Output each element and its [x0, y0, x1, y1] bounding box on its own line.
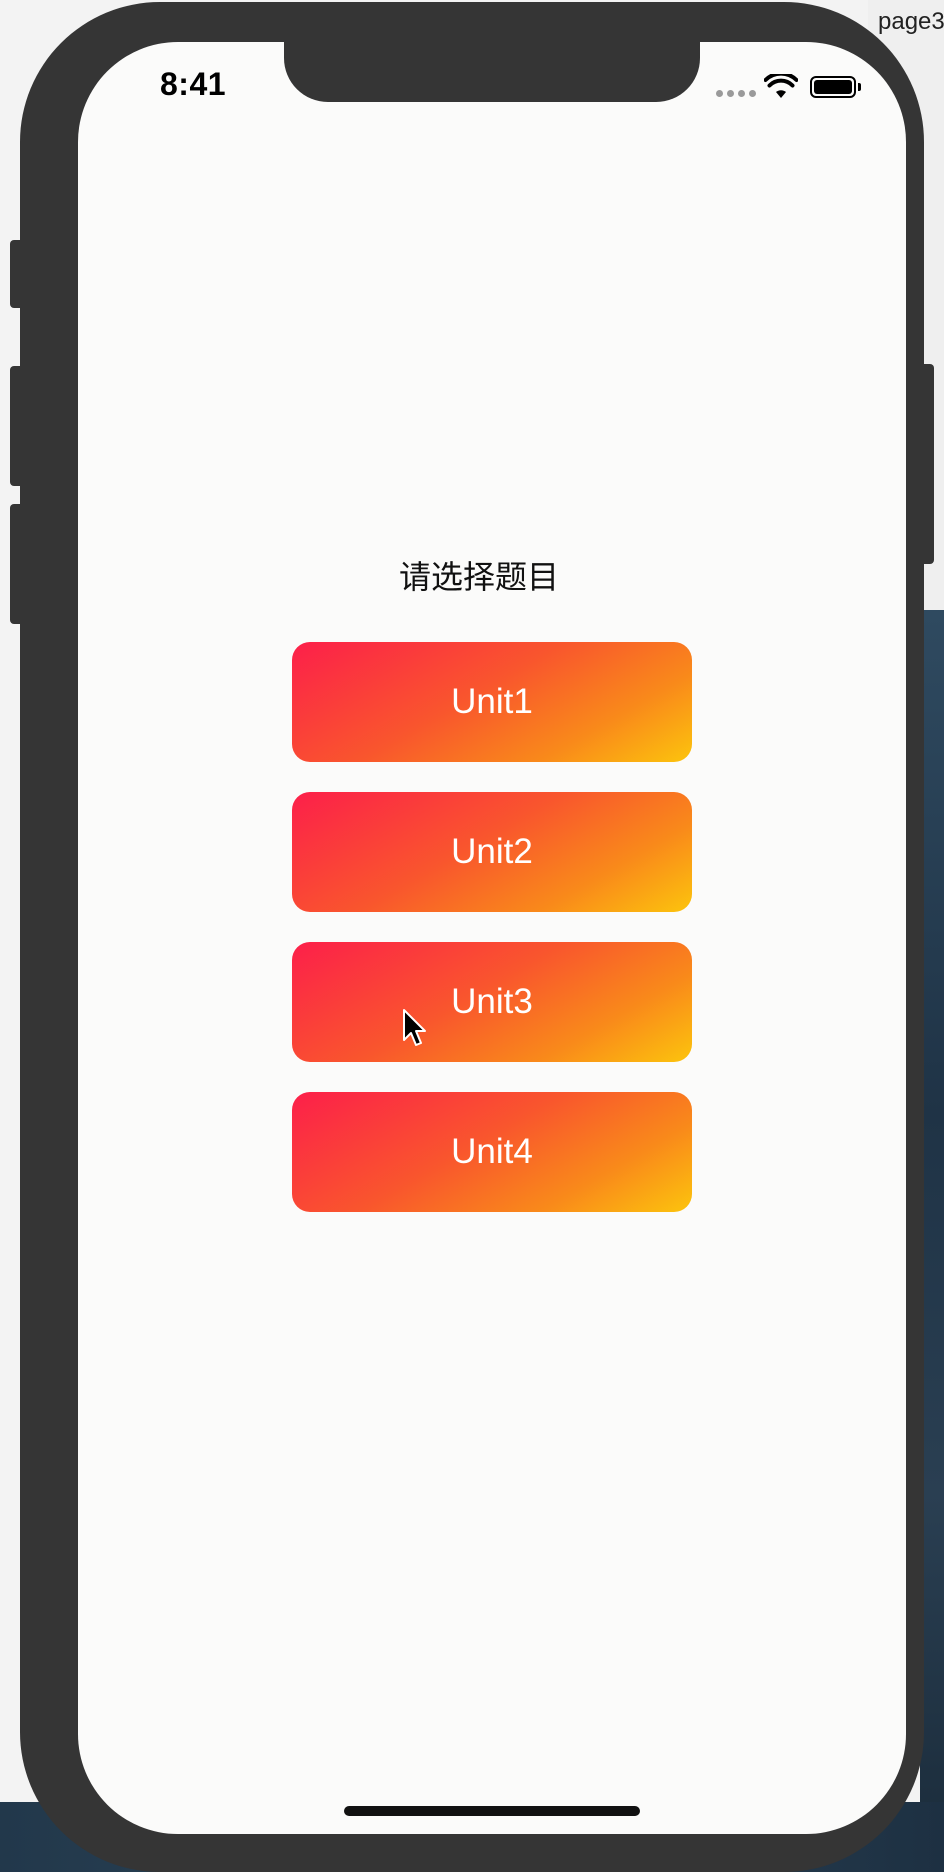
notch	[284, 42, 700, 102]
phone-frame: 8:41 请选择题目 Unit1 Unit2 Unit3 Unit4	[20, 2, 924, 1872]
unit2-button[interactable]: Unit2	[292, 792, 692, 912]
phone-screen: 8:41 请选择题目 Unit1 Unit2 Unit3 Unit4	[78, 42, 906, 1834]
unit3-button[interactable]: Unit3	[292, 942, 692, 1062]
battery-cap	[858, 83, 861, 91]
battery-icon	[810, 76, 856, 98]
unit-list: Unit1 Unit2 Unit3 Unit4	[292, 642, 692, 1242]
unit4-button[interactable]: Unit4	[292, 1092, 692, 1212]
cellular-signal-icon	[716, 90, 756, 97]
unit1-button[interactable]: Unit1	[292, 642, 692, 762]
status-time: 8:41	[160, 66, 227, 102]
battery-level	[814, 80, 852, 94]
page-title: 请选择题目	[398, 558, 559, 596]
mouse-pointer-icon	[403, 1009, 426, 1046]
home-indicator[interactable]	[344, 1806, 640, 1816]
window-title: page3	[878, 8, 944, 35]
wifi-icon	[764, 74, 798, 98]
